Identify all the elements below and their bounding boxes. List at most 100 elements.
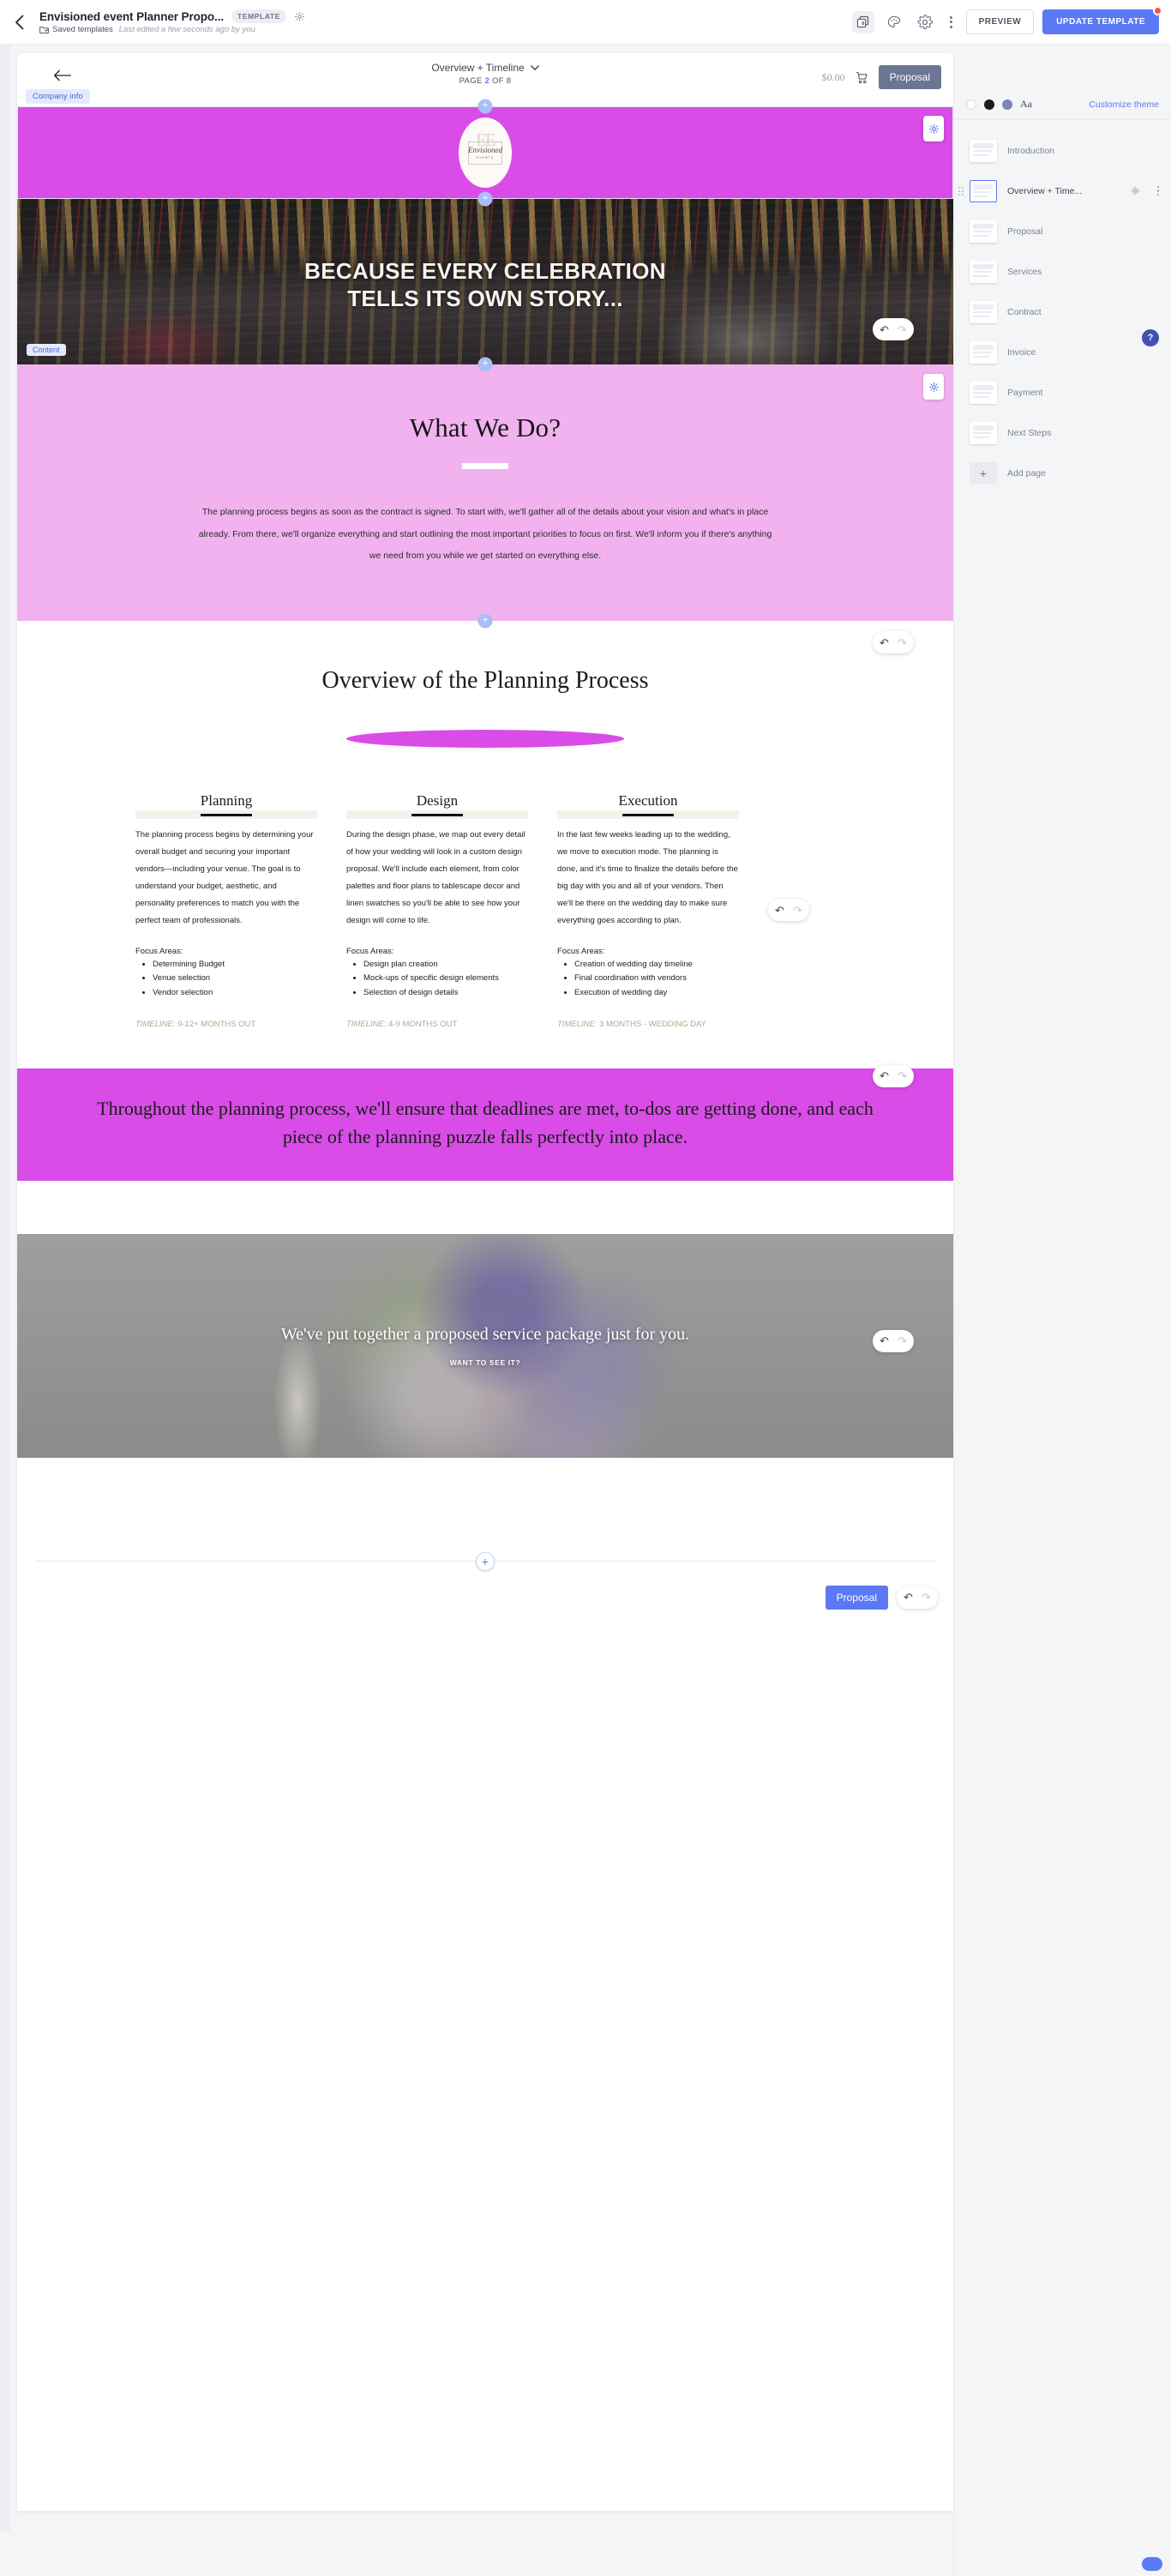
sidebar-item-label: Next Steps — [1007, 427, 1052, 438]
focus-areas-list: Determining Budget Venue selection Vendo… — [153, 958, 317, 1001]
sidebar-item-label: Invoice — [1007, 346, 1036, 358]
add-section-handle-top[interactable]: + — [477, 99, 493, 114]
canvas-toolbar-actions: $0.00 Proposal — [822, 65, 941, 89]
page-thumbnail — [970, 220, 997, 243]
undo-redo-toolbar-hero: ↶ ↷ — [873, 318, 914, 340]
undo-button[interactable]: ↶ — [775, 905, 784, 916]
pages-count-button[interactable]: 8 — [851, 10, 874, 33]
update-template-label: UPDATE TEMPLATE — [1056, 17, 1145, 27]
content-chip[interactable]: Content — [27, 344, 66, 356]
title-divider — [462, 463, 508, 469]
list-item: Mock-ups of specific design elements — [363, 972, 528, 986]
section-settings-button[interactable] — [923, 116, 944, 141]
hero-line-2: TELLS ITS OWN STORY... — [347, 285, 623, 311]
back-button[interactable] — [0, 0, 39, 45]
thumb-line — [973, 223, 994, 229]
cart-button[interactable] — [855, 70, 869, 85]
focus-areas-label: Focus Areas: — [346, 946, 394, 956]
hero-section[interactable]: BECAUSE EVERY CELEBRATION TELLS ITS OWN … — [17, 199, 953, 372]
thumb-line — [973, 436, 989, 438]
list-item: Final coordination with vendors — [574, 972, 739, 986]
redo-button[interactable]: ↷ — [898, 1070, 907, 1081]
thumb-line — [973, 234, 989, 237]
section-settings-button-wwd[interactable] — [923, 374, 944, 400]
column-body: The planning process begins by determini… — [135, 830, 314, 925]
brand-section[interactable]: + Company info EE Envisioned EVENTS + — [17, 89, 953, 207]
gear-icon — [1131, 186, 1139, 196]
document-titles: Envisioned event Planner Propo... TEMPLA… — [39, 9, 305, 34]
undo-button[interactable]: ↶ — [880, 637, 889, 648]
service-package-section[interactable]: We've put together a proposed service pa… — [17, 1233, 953, 1458]
undo-redo-toolbar-quote: ↶ ↷ — [873, 1064, 914, 1087]
overview-columns: Planning The planning process begins by … — [17, 748, 953, 1031]
theme-swatch-periwinkle[interactable] — [1002, 99, 1012, 110]
undo-button[interactable]: ↶ — [880, 1335, 889, 1346]
quote-band: Throughout the planning process, we'll e… — [17, 1068, 953, 1181]
thumb-line — [973, 384, 994, 390]
undo-button[interactable]: ↶ — [904, 1592, 913, 1603]
redo-button[interactable]: ↷ — [793, 905, 802, 916]
title-settings-button[interactable] — [294, 11, 305, 22]
chat-widget-button[interactable] — [1142, 2557, 1162, 2571]
settings-button[interactable] — [914, 11, 936, 33]
document-canvas: Overview + Timeline PAGE 2 OF 8 $0.00 Pr… — [17, 53, 953, 2511]
add-section-handle-hero-bottom[interactable]: + — [477, 357, 493, 372]
preview-button[interactable]: PREVIEW — [965, 9, 1035, 34]
sidebar-item-payment[interactable]: Payment — [954, 372, 1171, 412]
footer-proposal-button[interactable]: Proposal — [825, 1585, 888, 1610]
theme-swatch-black[interactable] — [984, 99, 994, 110]
canvas-page-selector: Overview + Timeline PAGE 2 OF 8 — [17, 62, 953, 86]
column-body: In the last few weeks leading up to the … — [557, 830, 738, 925]
redo-button[interactable]: ↷ — [898, 1335, 907, 1346]
timeline-value: 9-12+ MONTHS OUT — [177, 1019, 256, 1029]
sidebar-item-proposal[interactable]: Proposal — [954, 211, 1171, 251]
thumb-line — [973, 432, 992, 434]
sidebar-item-contract[interactable]: Contract — [954, 292, 1171, 332]
customize-theme-link[interactable]: Customize theme — [1089, 99, 1159, 110]
list-item: Determining Budget — [153, 958, 317, 972]
help-button[interactable]: ? — [1142, 329, 1159, 346]
thumb-line — [973, 355, 989, 358]
redo-button[interactable]: ↷ — [922, 1592, 931, 1603]
sidebar-item-introduction[interactable]: Introduction — [954, 130, 1171, 171]
thumb-line — [974, 195, 989, 197]
theme-palette-button[interactable] — [883, 11, 905, 33]
sidebar-item-invoice[interactable]: Invoice — [954, 332, 1171, 372]
folder-check-icon — [39, 26, 49, 33]
sidebar-item-label: Overview + Time... — [1007, 185, 1083, 196]
add-section-handle-brand-bottom[interactable]: + — [477, 191, 493, 207]
page-more-options-button[interactable] — [1156, 185, 1159, 196]
column-underline — [201, 814, 252, 817]
overview-title: Overview of the Planning Process — [321, 667, 649, 695]
proposal-button[interactable]: Proposal — [878, 65, 941, 89]
sidebar-item-services[interactable]: Services — [954, 251, 1171, 292]
page-settings-button[interactable] — [1131, 186, 1140, 196]
sidebar-item-overview-timeline[interactable]: Overview + Time... — [954, 171, 1171, 211]
update-template-button[interactable]: UPDATE TEMPLATE — [1042, 6, 1162, 34]
more-options-button[interactable] — [945, 15, 958, 28]
white-spacer — [17, 1180, 953, 1234]
timeline-value: 4-9 MONTHS OUT — [388, 1019, 458, 1029]
redo-button[interactable]: ↷ — [898, 637, 907, 648]
add-page-button[interactable]: + Add page — [954, 453, 1171, 493]
saved-templates-link[interactable]: Saved templates — [39, 25, 113, 34]
add-section-button-bottom[interactable]: + — [476, 1551, 495, 1571]
palette-icon — [887, 15, 900, 27]
undo-button[interactable]: ↶ — [880, 324, 889, 335]
page-name-dropdown[interactable]: Overview + Timeline — [431, 62, 539, 74]
company-info-chip[interactable]: Company info — [26, 89, 90, 104]
overview-section[interactable]: ↶ ↷ Overview of the Planning Process Pla… — [17, 621, 953, 1031]
add-section-handle-wwd-bottom[interactable]: + — [477, 613, 493, 629]
undo-button[interactable]: ↶ — [880, 1070, 889, 1081]
quote-section[interactable]: ↶ ↷ Throughout the planning process, we'… — [17, 1064, 953, 1181]
what-we-do-section[interactable]: What We Do? The planning process begins … — [17, 364, 953, 629]
page-thumbnail — [970, 179, 997, 202]
drag-handle-icon[interactable] — [958, 186, 964, 196]
column-body: During the design phase, we map out ever… — [346, 830, 525, 925]
redo-button[interactable]: ↷ — [898, 324, 907, 335]
page-name-label: Overview + Timeline — [431, 62, 525, 74]
theme-swatch-white[interactable] — [966, 99, 976, 110]
what-we-do-title: What We Do? — [409, 412, 561, 442]
sidebar-item-next-steps[interactable]: Next Steps — [954, 412, 1171, 453]
page-thumbnail — [970, 421, 997, 444]
